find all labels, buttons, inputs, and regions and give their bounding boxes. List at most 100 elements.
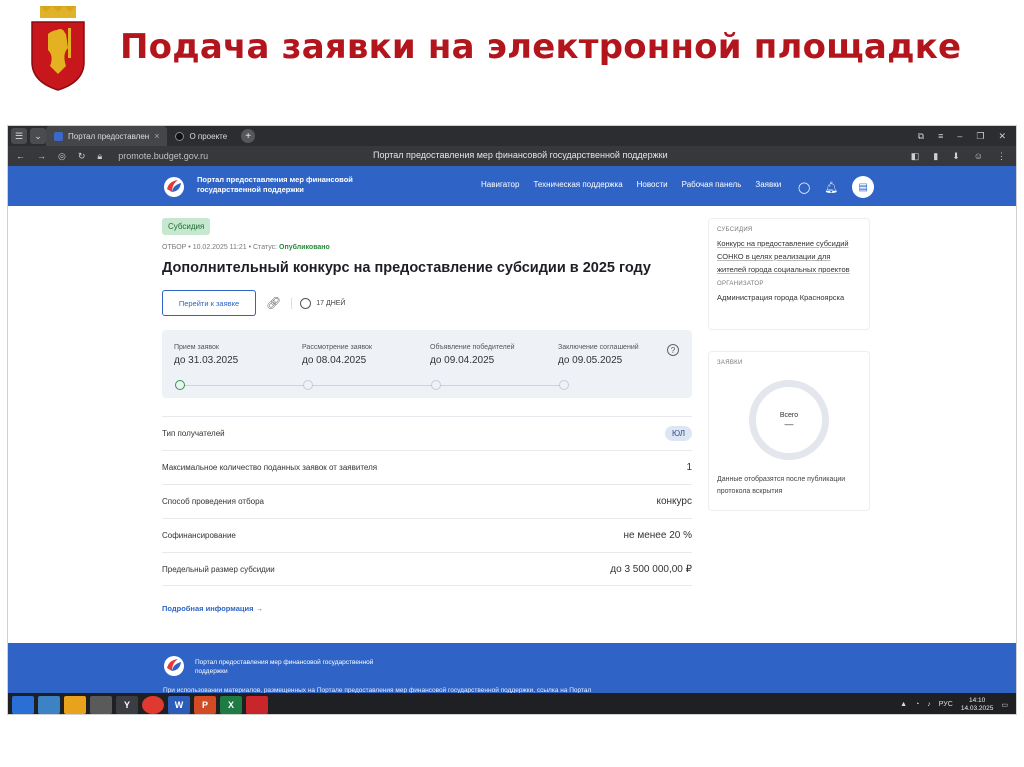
help-icon[interactable]: ? <box>667 344 679 356</box>
reload-icon[interactable]: ↻ <box>78 151 86 162</box>
row-key: Софинансирование <box>162 531 236 540</box>
browser-tab-bar: ☰ ⌄ Портал предоставлен × О проекте + ⧉ … <box>8 126 1016 146</box>
restore-icon[interactable]: ❐ <box>976 131 984 142</box>
tab-list-icon[interactable]: ⌄ <box>30 128 46 144</box>
tab-about-label: О проекте <box>189 131 228 141</box>
stage-date: до 09.05.2025 <box>558 355 623 366</box>
forward-icon[interactable]: → <box>37 151 46 162</box>
slide-header: Подача заявки на электронной площадке <box>0 0 1024 110</box>
word-icon[interactable]: W <box>168 695 190 714</box>
stage-label: Заключение соглашений <box>558 344 639 351</box>
profile-icon[interactable]: ☺ <box>974 151 983 162</box>
volume-icon[interactable]: ♪ <box>927 701 931 708</box>
meta-line: ОТБОР • 10.02.2025 11:21 • Статус: Опубл… <box>162 244 692 251</box>
applications-donut: Всего — <box>749 380 829 460</box>
extensions-icon[interactable]: ◧ <box>911 151 920 162</box>
stage-dot-done <box>175 380 185 390</box>
back-icon[interactable]: ← <box>16 151 25 162</box>
stage-date: до 08.04.2025 <box>302 355 367 366</box>
acrobat-icon[interactable] <box>246 695 268 714</box>
more-icon[interactable]: ⋮ <box>997 151 1006 162</box>
page-title-in-bar: Портал предоставления мер финансовой гос… <box>373 150 668 160</box>
days-left-label: 17 ДНЕЙ <box>316 299 346 307</box>
main-content: Субсидия ОТБОР • 10.02.2025 11:21 • Стат… <box>162 216 692 613</box>
header-icons: ◯ 🔔︎ ▤ <box>798 176 875 198</box>
notification-icon[interactable]: ▲ <box>900 701 907 708</box>
nav-navigator[interactable]: Навигатор <box>481 180 519 189</box>
applications-panel: ЗАЯВКИ Всего — Данные отобразятся после … <box>708 351 870 511</box>
stage-item: Заключение соглашений до 09.05.2025 <box>558 344 639 366</box>
table-row: Предельный размер субсидии до 3 500 000,… <box>162 552 692 586</box>
chrome-icon[interactable] <box>142 695 164 714</box>
footer-logo-icon <box>164 656 184 676</box>
more-info-link[interactable]: Подробная информация → <box>162 604 692 613</box>
stage-item: Объявление победителей до 09.04.2025 <box>430 344 515 366</box>
wifi-icon[interactable]: ◔ <box>915 701 919 708</box>
chat-icon[interactable]: ◯ <box>798 181 810 194</box>
new-tab-button[interactable]: + <box>241 129 256 143</box>
nav-buttons: ← → ◎ ↻ 🔒︎ <box>8 151 102 162</box>
donut-value: — <box>784 418 794 429</box>
bookmark-icon[interactable]: ▮ <box>933 151 938 162</box>
close-window-icon[interactable]: ✕ <box>998 131 1006 142</box>
taskbar-clock[interactable]: 14:10 14.03.2025 <box>961 697 994 713</box>
stage-date: до 31.03.2025 <box>174 355 239 366</box>
organizer-text: Администрация города Красноярска <box>717 293 845 302</box>
downloads-icon[interactable]: ⬇ <box>952 151 960 162</box>
menu-icon[interactable]: ≡ <box>938 131 943 142</box>
nav-applications[interactable]: Заявки <box>755 180 781 189</box>
tab-about[interactable]: О проекте <box>167 126 235 146</box>
about-favicon-icon <box>175 131 185 141</box>
site-logo-text[interactable]: Портал предоставления мер финансовой гос… <box>197 175 377 195</box>
stage-dot <box>431 380 441 390</box>
tab-portal[interactable]: Портал предоставлен × <box>46 126 168 146</box>
days-left: 17 ДНЕЙ <box>291 297 346 309</box>
copy-link-icon[interactable]: 🔗︎ <box>266 296 281 310</box>
avatar[interactable]: ▤ <box>852 176 875 198</box>
stage-dot <box>559 380 569 390</box>
stage-label: Объявление победителей <box>430 344 515 351</box>
nav-dashboard[interactable]: Рабочая панель <box>682 180 742 189</box>
go-to-application-button[interactable]: Перейти к заявке <box>162 290 256 316</box>
collections-icon[interactable]: ⧉ <box>918 131 924 142</box>
excel-icon[interactable]: X <box>220 695 242 714</box>
stage-dot <box>303 380 313 390</box>
clock-date: 14.03.2025 <box>960 704 994 712</box>
url-field[interactable]: promote.budget.gov.ru <box>118 151 208 161</box>
portal-favicon-icon <box>54 131 63 141</box>
subsidy-badge: Субсидия <box>162 218 211 235</box>
start-icon[interactable] <box>12 695 34 714</box>
tab-close-icon[interactable]: × <box>154 131 159 141</box>
tab-portal-label: Портал предоставлен <box>68 131 150 141</box>
document-icon[interactable] <box>90 695 112 714</box>
row-value: до 3 500 000,00 ₽ <box>610 563 692 575</box>
footer-logo-text: Портал предоставления мер финансовой гос… <box>195 659 374 675</box>
desktop-notifications-icon[interactable]: ▭ <box>1001 701 1008 709</box>
slide: Подача заявки на электронной площадке ☰ … <box>0 0 1024 767</box>
stage-item: Рассмотрение заявок до 08.04.2025 <box>302 344 372 366</box>
folder-icon[interactable] <box>64 695 86 714</box>
minimize-icon[interactable]: – <box>957 131 962 142</box>
status-badge: Опубликовано <box>279 244 330 251</box>
language-indicator[interactable]: РУС <box>939 701 953 708</box>
top-navigation: Навигатор Техническая поддержка Новости … <box>481 180 781 189</box>
browser-menu-icon[interactable]: ☰ <box>11 128 27 144</box>
stage-label: Рассмотрение заявок <box>302 344 372 351</box>
subsidy-link[interactable]: Конкурс на предоставление субсидий СОНКО… <box>717 237 861 276</box>
site-header: Портал предоставления мер финансовой гос… <box>8 166 1016 206</box>
powerpoint-icon[interactable]: P <box>194 695 216 714</box>
table-row: Тип получателей ЮЛ <box>162 416 692 450</box>
donut-title: Всего <box>779 411 799 419</box>
row-key: Максимальное количество поданных заявок … <box>162 463 378 472</box>
explorer-icon[interactable] <box>38 695 60 714</box>
window-controls: ⧉ ≡ – ❐ ✕ <box>918 131 1016 142</box>
row-value: конкурс <box>656 496 692 507</box>
nav-news[interactable]: Новости <box>637 180 668 189</box>
stage-date: до 09.04.2025 <box>430 355 495 366</box>
bell-icon[interactable]: 🔔︎ <box>824 181 838 194</box>
portal-logo-icon[interactable] <box>163 176 185 198</box>
yandex-browser-icon[interactable]: Y <box>116 695 138 714</box>
table-row: Способ проведения отбора конкурс <box>162 484 692 518</box>
shield-icon[interactable]: ◎ <box>58 151 66 162</box>
nav-tech-support[interactable]: Техническая поддержка <box>533 180 622 189</box>
